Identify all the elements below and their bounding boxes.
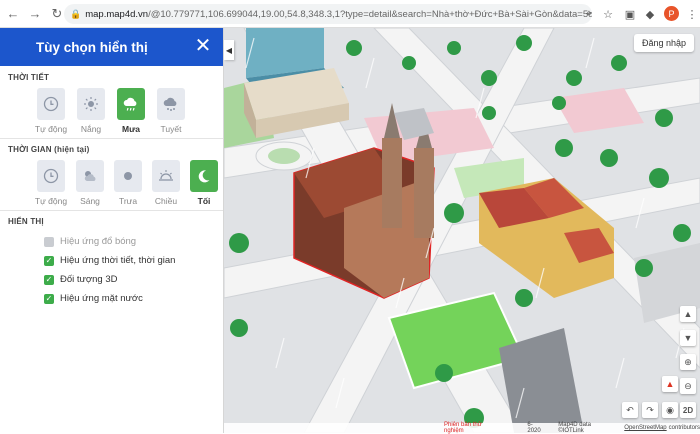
time-option-label: Trưa — [118, 196, 138, 206]
osm-suffix: contributors — [668, 425, 700, 431]
trial-label: Phiên bản thử nghiệm — [444, 422, 482, 434]
zoom-out-icon[interactable]: ⊖ — [680, 378, 696, 394]
time-option-noon[interactable]: Trưa — [114, 160, 142, 206]
weather-option-label: Nắng — [80, 124, 102, 134]
cloud-sun-icon — [76, 160, 104, 192]
weather-options: Tự động Nắng Mưa Tuyết — [8, 88, 215, 134]
checkmark-icon: ✓ — [44, 274, 54, 285]
menu-dots-icon[interactable]: ⋮ — [684, 6, 700, 22]
back-icon[interactable]: ← — [4, 5, 22, 23]
tilt-down-icon[interactable]: ▼ — [680, 330, 696, 346]
checkbox-label: Đối tượng 3D — [60, 274, 118, 285]
locate-icon[interactable]: ◉ — [662, 402, 678, 418]
weather-option-rain[interactable]: Mưa — [116, 88, 146, 134]
weather-option-auto[interactable]: Tự động — [34, 88, 68, 134]
zoom-in-icon[interactable]: ⊕ — [680, 354, 696, 370]
time-option-label: Tối — [197, 196, 211, 206]
checkmark-icon: ✓ — [44, 293, 54, 304]
bookmark-star-icon[interactable]: ☆ — [600, 6, 616, 22]
time-option-label: Chiều — [154, 196, 178, 206]
checkbox-label: Hiệu ứng đổ bóng — [60, 236, 137, 247]
rotate-right-icon[interactable]: ↷ — [642, 402, 658, 418]
moon-icon — [190, 160, 218, 192]
weather-time-effect-checkbox[interactable]: ✓ Hiệu ứng thời tiết, thời gian — [8, 251, 215, 270]
clock-icon — [37, 160, 65, 192]
weather-section: THỜI TIẾT Tự động Nắng Mưa Tuyết — [0, 66, 223, 139]
map-canvas — [224, 28, 700, 433]
time-option-afternoon[interactable]: Chiều — [152, 160, 180, 206]
profile-avatar[interactable]: P — [664, 6, 679, 21]
rotate-left-icon[interactable]: ↶ — [622, 402, 638, 418]
time-option-night[interactable]: Tối — [190, 160, 218, 206]
tilt-up-icon[interactable]: ▲ — [680, 306, 696, 322]
browser-toolbar: ← → ↻ 🔒 map.map4d.vn/@10.779771,106.6990… — [0, 0, 700, 28]
view-2d-toggle[interactable]: 2D — [680, 402, 696, 418]
clock-icon — [37, 88, 65, 120]
extension-bird-icon[interactable]: ◆ — [642, 6, 658, 22]
shadow-effect-checkbox[interactable]: Hiệu ứng đổ bóng — [8, 232, 215, 251]
weather-option-label: Mưa — [122, 124, 140, 134]
display-section: HIỂN THỊ Hiệu ứng đổ bóng ✓ Hiệu ứng thờ… — [0, 211, 223, 312]
sun-icon — [77, 88, 105, 120]
weather-option-label: Tự động — [34, 124, 68, 134]
checkbox-label: Hiệu ứng mặt nước — [60, 293, 143, 304]
checkbox-label: Hiệu ứng thời tiết, thời gian — [60, 255, 176, 266]
location-icon[interactable]: ⌖ — [581, 6, 597, 22]
collapse-panel-icon[interactable]: ◀ — [224, 40, 234, 60]
sun-icon — [114, 160, 142, 192]
osm-link[interactable]: OpenStreetMap — [624, 425, 666, 431]
water-effect-checkbox[interactable]: ✓ Hiệu ứng mặt nước — [8, 289, 215, 308]
login-button[interactable]: Đăng nhập — [633, 34, 694, 52]
weather-option-sunny[interactable]: Nắng — [76, 88, 106, 134]
data-attribution[interactable]: Map4D data ©IOTLink — [558, 422, 612, 434]
map-view[interactable]: Đăng nhập ▲ ▼ ⊕ ⊖ ▲ ↶ ↷ ◉ 2D — [224, 28, 700, 433]
time-option-auto[interactable]: Tự động — [34, 160, 68, 206]
rain-cloud-icon — [117, 88, 145, 120]
lock-icon: 🔒 — [70, 8, 82, 19]
weather-option-label: Tuyết — [160, 124, 182, 134]
time-section: THỜI GIAN (hiện tại) Tự động Sáng Trưa C… — [0, 139, 223, 211]
time-options: Tự động Sáng Trưa Chiều Tối — [8, 160, 218, 206]
version-label: 6-2020 — [527, 422, 541, 434]
3d-objects-checkbox[interactable]: ✓ Đối tượng 3D — [8, 270, 215, 289]
display-title: HIỂN THỊ — [8, 217, 44, 226]
time-option-morning[interactable]: Sáng — [76, 160, 104, 206]
weather-title: THỜI TIẾT — [8, 73, 50, 82]
time-option-label: Tự động — [34, 196, 68, 206]
url-path: /@10.779771,106.699044,19.00,54.8,348.3,… — [148, 8, 592, 20]
sunset-icon — [152, 160, 180, 192]
address-bar[interactable]: 🔒 map.map4d.vn/@10.779771,106.699044,19.… — [64, 4, 592, 24]
time-title: THỜI GIAN (hiện tại) — [8, 145, 90, 154]
close-icon[interactable]: ✕ — [193, 36, 213, 56]
url-host: map.map4d.vn — [85, 8, 149, 20]
weather-option-snow[interactable]: Tuyết — [156, 88, 186, 134]
forward-icon[interactable]: → — [26, 5, 44, 23]
checkmark-icon: ✓ — [44, 255, 54, 266]
checkbox-box — [44, 236, 54, 247]
snow-cloud-icon — [157, 88, 185, 120]
display-options-panel: Tùy chọn hiển thị ✕ THỜI TIẾT Tự động Nắ… — [0, 28, 224, 433]
panel-title: Tùy chọn hiển thị — [36, 39, 148, 55]
extension-icon[interactable]: ▣ — [622, 6, 638, 22]
panel-header: Tùy chọn hiển thị ✕ — [0, 28, 223, 66]
time-option-label: Sáng — [80, 196, 100, 206]
map-footer: Phiên bản thử nghiệm 6-2020 Map4D data ©… — [224, 422, 700, 434]
compass-icon[interactable]: ▲ — [662, 376, 678, 392]
